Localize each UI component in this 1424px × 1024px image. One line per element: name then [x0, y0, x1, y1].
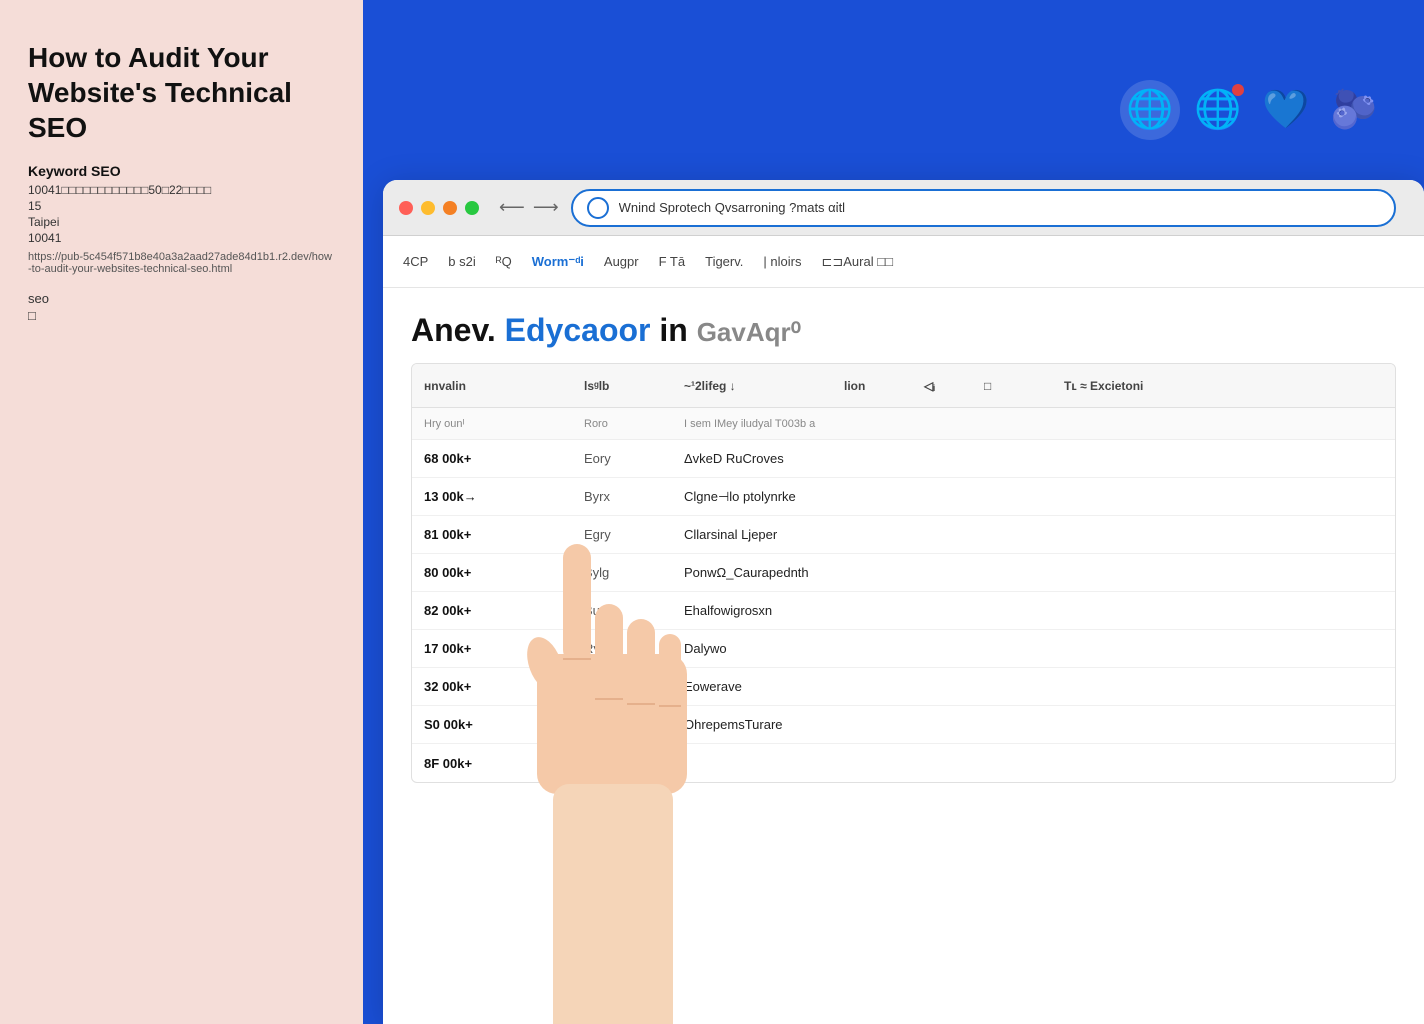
name-7: Nilly [584, 717, 684, 732]
page-title: How to Audit Your Website's Technical SE… [28, 40, 335, 145]
th-6: Tʟ ≈ Excietoni [1064, 379, 1204, 393]
vol-4: 82 00k+ [424, 603, 584, 618]
table-row: 8F 00k+ [412, 744, 1395, 782]
blue-header: 🌐 🌐 💙 🫐 [363, 0, 1424, 190]
table-row: 81 00k+ Egry Cllarsinal Ljeper [412, 516, 1395, 554]
table-row: 68 00k+ Eory ΔvkeD RuCroves [412, 440, 1395, 478]
name-0: Eory [584, 451, 684, 466]
vol-5: 17 00k+ [424, 641, 584, 656]
minimize-button[interactable] [421, 201, 435, 215]
toolbar-item-worm[interactable]: Worm⁻ᵈi [532, 254, 584, 270]
th-5: □ [984, 379, 1064, 393]
icon-3: 🫐 [1324, 80, 1384, 140]
table-row: 82 00k+ Bury Ehalfowigrosxn [412, 592, 1395, 630]
heading-part1: Anev. [411, 312, 505, 348]
vol-1: 13 00k→ [424, 489, 584, 504]
vol-0: 68 00k+ [424, 451, 584, 466]
name-5: Rylɡ [584, 641, 684, 656]
browser-chrome: ⟵ ⟶ Wnind Sprotech Qvsarroning ?mats αἰt… [383, 180, 1424, 236]
keyword-1: Clgne⊣lo ptolynrke [684, 489, 944, 505]
browser-toolbar: 4CP b s2i ᴿQ Worm⁻ᵈi Augpr F Tā Tigerv. … [383, 236, 1424, 288]
th-4: ◁ᵢ [924, 379, 984, 393]
heading-part2: Edycaoor [505, 312, 651, 348]
toolbar-item-5[interactable]: F Tā [659, 254, 686, 269]
toolbar-item-8[interactable]: ⊏⊐Aural □□ [821, 254, 892, 270]
meta-value-1: 10041□□□□□□□□□□□□50□22□□□□ [28, 183, 335, 197]
address-bar[interactable]: Wnind Sprotech Qvsarroning ?mats αἰtl [571, 189, 1396, 227]
main-area: 🌐 🌐 💙 🫐 ⟵ ⟶ [363, 0, 1424, 1024]
table-row: 32 00k+ Bory Eowerave [412, 668, 1395, 706]
browser-icons: 🌐 🌐 💙 🫐 [1120, 80, 1384, 140]
th-1: lsᵍlb [584, 379, 684, 393]
vol-6: 32 00k+ [424, 679, 584, 694]
browser-content: Anev. Edycaoor in GavAqr⁰ ʜnvalin lsᵍlb … [383, 288, 1424, 807]
tag-1: seo [28, 291, 335, 306]
browser-circle-icon [587, 197, 609, 219]
toolbar-item-2[interactable]: ᴿQ [496, 254, 512, 269]
browser-window: ⟵ ⟶ Wnind Sprotech Qvsarroning ?mats αἰt… [383, 180, 1424, 1024]
table-subheader: Hry ounᴵ Roro I sem IMey iludyal T003b a [412, 408, 1395, 440]
keyword-5: Dalywo [684, 641, 944, 656]
meta-url: https://pub-5c454f571b8e40a3a2aad27ade84… [28, 251, 335, 275]
heading-suffix: GavAqr⁰ [697, 317, 801, 347]
maximize-button[interactable] [443, 201, 457, 215]
traffic-lights [399, 201, 479, 215]
meta-value-4: 10041 [28, 231, 335, 245]
toolbar-item-4[interactable]: Augpr [604, 254, 639, 269]
keyword-3: PonwΩ_Caurapednth [684, 565, 944, 580]
name-3: Bylɡ [584, 565, 684, 580]
tag-2: □ [28, 308, 335, 323]
th-0: ʜnvalin [424, 379, 584, 393]
toolbar-item-0[interactable]: 4CP [403, 254, 428, 269]
page-heading: Anev. Edycaoor in GavAqr⁰ [411, 312, 1396, 349]
th-2: ~¹2lifeg ↓ [684, 379, 844, 393]
toolbar-item-7[interactable]: | nloirs [763, 254, 801, 269]
keyword-2: Cllarsinal Ljeper [684, 527, 944, 542]
toolbar-item-6[interactable]: Tigerv. [705, 254, 743, 269]
table-header: ʜnvalin lsᵍlb ~¹2lifeg ↓ lion ◁ᵢ □ Tʟ ≈ … [412, 364, 1395, 408]
close-button[interactable] [399, 201, 413, 215]
name-2: Egry [584, 527, 684, 542]
nav-controls: ⟵ ⟶ [499, 197, 559, 218]
table-row: S0 00k+ Nilly OhrepemsTurare [412, 706, 1395, 744]
vol-8: 8F 00k+ [424, 756, 584, 771]
subh-2: I sem IMey iludyal T003b a [684, 418, 844, 430]
table-row: 80 00k+ Bylɡ PonwΩ_Caurapednth [412, 554, 1395, 592]
vol-2: 81 00k+ [424, 527, 584, 542]
meta-label: Keyword SEO [28, 163, 335, 179]
icon-1: 🌐 [1120, 80, 1180, 140]
fullscreen-button[interactable] [465, 201, 479, 215]
keyword-4: Ehalfowigrosxn [684, 603, 944, 618]
keyword-6: Eowerave [684, 679, 944, 694]
name-6: Bory [584, 679, 684, 694]
data-table: ʜnvalin lsᵍlb ~¹2lifeg ↓ lion ◁ᵢ □ Tʟ ≈ … [411, 363, 1396, 783]
icon-2: 💙 [1256, 80, 1316, 140]
sidebar: How to Audit Your Website's Technical SE… [0, 0, 363, 1024]
address-text: Wnind Sprotech Qvsarroning ?mats αἰtl [619, 200, 1380, 215]
th-3: lion [844, 379, 924, 393]
meta-value-2: 15 [28, 199, 335, 213]
name-4: Bury [584, 603, 684, 618]
table-row: 13 00k→ Byrx Clgne⊣lo ptolynrke [412, 478, 1395, 516]
subh-1: Roro [584, 418, 684, 430]
table-row: 17 00k+ Rylɡ Dalywo [412, 630, 1395, 668]
heading-part3: in [650, 312, 687, 348]
vol-3: 80 00k+ [424, 565, 584, 580]
icon-dot-red: 🌐 [1188, 80, 1248, 140]
subh-0: Hry ounᴵ [424, 418, 584, 430]
toolbar-item-1[interactable]: b s2i [448, 254, 475, 269]
keyword-7: OhrepemsTurare [684, 717, 944, 732]
keyword-0: ΔvkeD RuCroves [684, 451, 944, 466]
forward-button[interactable]: ⟶ [533, 197, 559, 218]
back-button[interactable]: ⟵ [499, 197, 525, 218]
name-1: Byrx [584, 489, 684, 504]
meta-value-3: Taipei [28, 215, 335, 229]
vol-7: S0 00k+ [424, 717, 584, 732]
